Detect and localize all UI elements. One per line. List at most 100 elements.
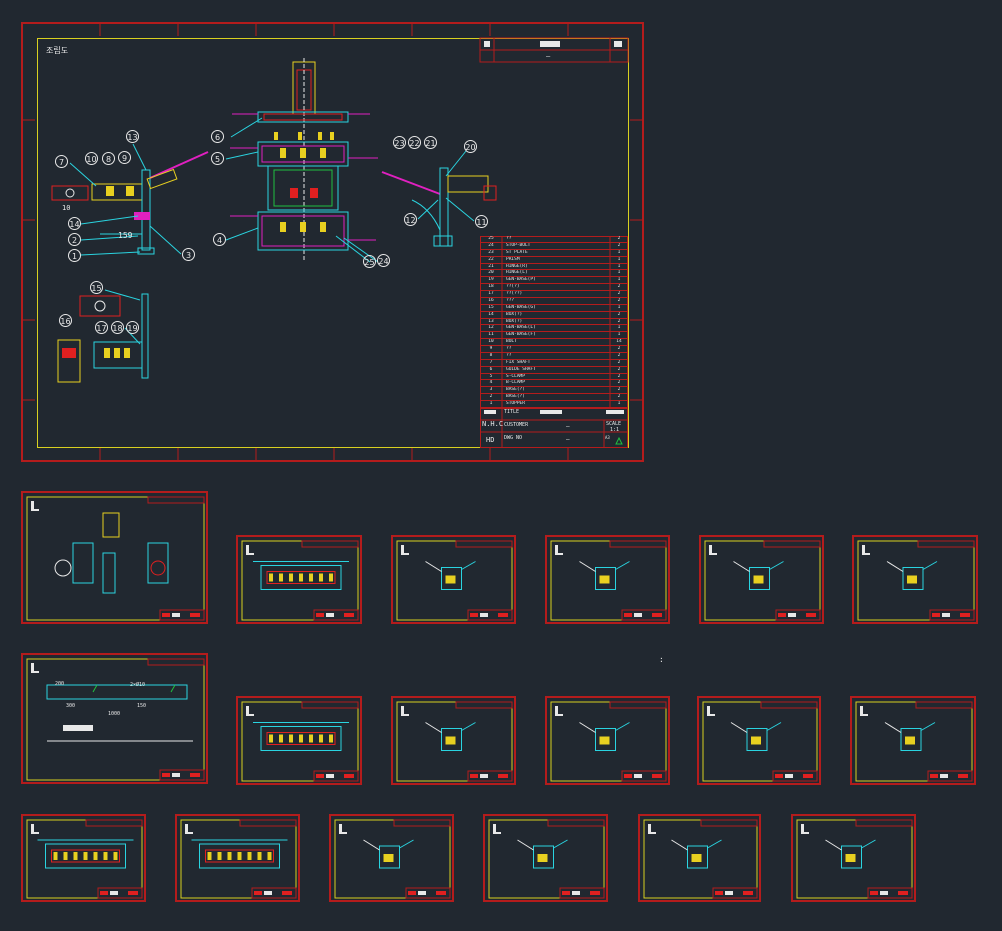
parts-cell: BOX(?)	[506, 318, 523, 324]
balloon-3: 3	[182, 248, 195, 261]
balloon-1: 1	[68, 249, 81, 262]
title-label: TITLE	[504, 409, 520, 415]
parts-cell: 9	[489, 346, 493, 352]
parts-cell: 11	[488, 332, 494, 338]
detail-sheet-3[interactable]	[391, 535, 516, 624]
parts-cell: HINGE(L)	[506, 270, 528, 276]
balloon-21: 21	[424, 136, 437, 149]
detail-sheet-5[interactable]	[699, 535, 824, 624]
detail-sheet-17[interactable]	[638, 814, 761, 902]
title-block: TITLE N.H.C HD CUSTOMER DWG NO – – SCALE…	[480, 408, 628, 448]
balloon-16: 16	[59, 314, 72, 327]
parts-row: 15 GEN-BASE(G) 1	[480, 305, 628, 312]
parts-cell: 2	[617, 373, 621, 379]
detail-sheet-drawing	[796, 819, 913, 899]
parts-cell: 10	[488, 339, 494, 345]
detail-sheet-8[interactable]	[236, 696, 362, 785]
customer-label: CUSTOMER	[504, 422, 529, 428]
parts-row: 25?? 2	[480, 236, 628, 243]
parts-cell: 23	[488, 249, 494, 255]
parts-cell: 15	[488, 304, 494, 310]
detail-sheet-drawing	[26, 658, 205, 781]
parts-cell: 2	[617, 380, 621, 386]
detail-sheet-18[interactable]	[791, 814, 916, 902]
parts-cell: 2	[617, 359, 621, 365]
detail-sheet-drawing	[241, 540, 359, 621]
detail-sheet-2[interactable]	[236, 535, 362, 624]
parts-cell: 20	[488, 270, 494, 276]
parts-cell: ??(?)	[506, 284, 520, 290]
parts-cell: STOP-BOLT	[506, 242, 531, 248]
detail-sheet-9[interactable]	[391, 696, 516, 785]
parts-row: 3 BASE(?) 2	[480, 387, 628, 395]
parts-cell: GUIDE SHAFT	[506, 366, 536, 372]
parts-row: 7 FIX SHAFT 2	[480, 360, 628, 367]
parts-cell: 22	[488, 256, 494, 262]
assembly-views	[51, 58, 497, 383]
dimension-159: 159	[118, 231, 133, 240]
detail-sheet-drawing	[550, 540, 667, 621]
parts-cell: 1	[617, 256, 621, 262]
parts-cell: 1	[617, 270, 621, 276]
parts-cell: 21	[488, 263, 494, 269]
detail-sheet-1[interactable]	[21, 491, 208, 624]
parts-cell: 16	[488, 297, 494, 303]
parts-row: 17 ??(??) 2	[480, 291, 628, 298]
parts-cell: 18	[488, 284, 494, 290]
parts-cell: 2	[617, 394, 621, 400]
parts-row: 23 ST PLATE 1	[480, 250, 628, 257]
balloon-6: 6	[211, 130, 224, 143]
detail-sheet-4[interactable]	[545, 535, 670, 624]
parts-cell: GEN-BASE(P)	[506, 277, 536, 283]
balloon-2: 2	[68, 233, 81, 246]
detail-sheet-6[interactable]	[852, 535, 978, 624]
parts-cell: 3	[489, 387, 493, 393]
detail-sheet-7[interactable]	[21, 653, 208, 784]
balloon-22: 22	[408, 136, 421, 149]
parts-cell: BASE(?)	[506, 394, 525, 400]
detail-sheet-15[interactable]	[329, 814, 454, 902]
parts-cell: HINGE(R)	[506, 263, 528, 269]
parts-cell: 4	[489, 380, 493, 386]
parts-cell: 1	[617, 277, 621, 283]
detail-sheet-12[interactable]	[850, 696, 976, 785]
detail-sheet-13[interactable]	[21, 814, 146, 902]
parts-cell: GEN-BASE(F)	[506, 332, 536, 338]
detail-sheet-drawing	[855, 701, 973, 782]
parts-row: 19 GEN-BASE(P) 1	[480, 277, 628, 285]
parts-cell: S-CLAMP	[506, 373, 525, 379]
parts-cell: 1	[617, 401, 621, 407]
detail-sheet-drawing	[241, 701, 359, 782]
parts-cell: 2	[617, 284, 621, 290]
parts-cell: STOPPER	[506, 401, 525, 407]
balloon-5: 5	[211, 152, 224, 165]
detail-sheet-drawing	[857, 540, 975, 621]
parts-row: 24 STOP-BOLT 2	[480, 243, 628, 250]
dim-150: 150	[137, 703, 147, 709]
parts-row: 14 BOX(?) 2	[480, 312, 628, 319]
parts-cell: B-CLAMP	[506, 380, 525, 386]
parts-row: 2 BASE(?) 2	[480, 394, 628, 402]
detail-sheet-10[interactable]	[545, 696, 670, 785]
parts-row: 1 STOPPER 1	[480, 401, 628, 408]
parts-cell: 2	[617, 297, 621, 303]
parts-row: 21 HINGE(R) 1	[480, 264, 628, 271]
parts-row: 16??? 2	[480, 298, 628, 305]
detail-sheet-16[interactable]	[483, 814, 608, 902]
parts-cell: 1	[617, 304, 621, 310]
parts-cell: ???	[506, 297, 515, 303]
parts-cell: 2	[617, 291, 621, 297]
balloon-18: 18	[111, 321, 124, 334]
dim-1000: 1000	[108, 711, 121, 717]
detail-sheet-drawing	[704, 540, 821, 621]
detail-sheet-14[interactable]	[175, 814, 300, 902]
parts-row: 11 GEN-BASE(F) 1	[480, 332, 628, 340]
detail-sheet-11[interactable]	[697, 696, 821, 785]
parts-cell: 24	[488, 242, 494, 248]
parts-cell: 1	[617, 263, 621, 269]
detail-sheet-drawing	[334, 819, 451, 899]
parts-cell: 2	[617, 366, 621, 372]
dim-200: 200	[55, 681, 65, 687]
balloon-11: 11	[475, 215, 488, 228]
balloon-19: 19	[126, 321, 139, 334]
